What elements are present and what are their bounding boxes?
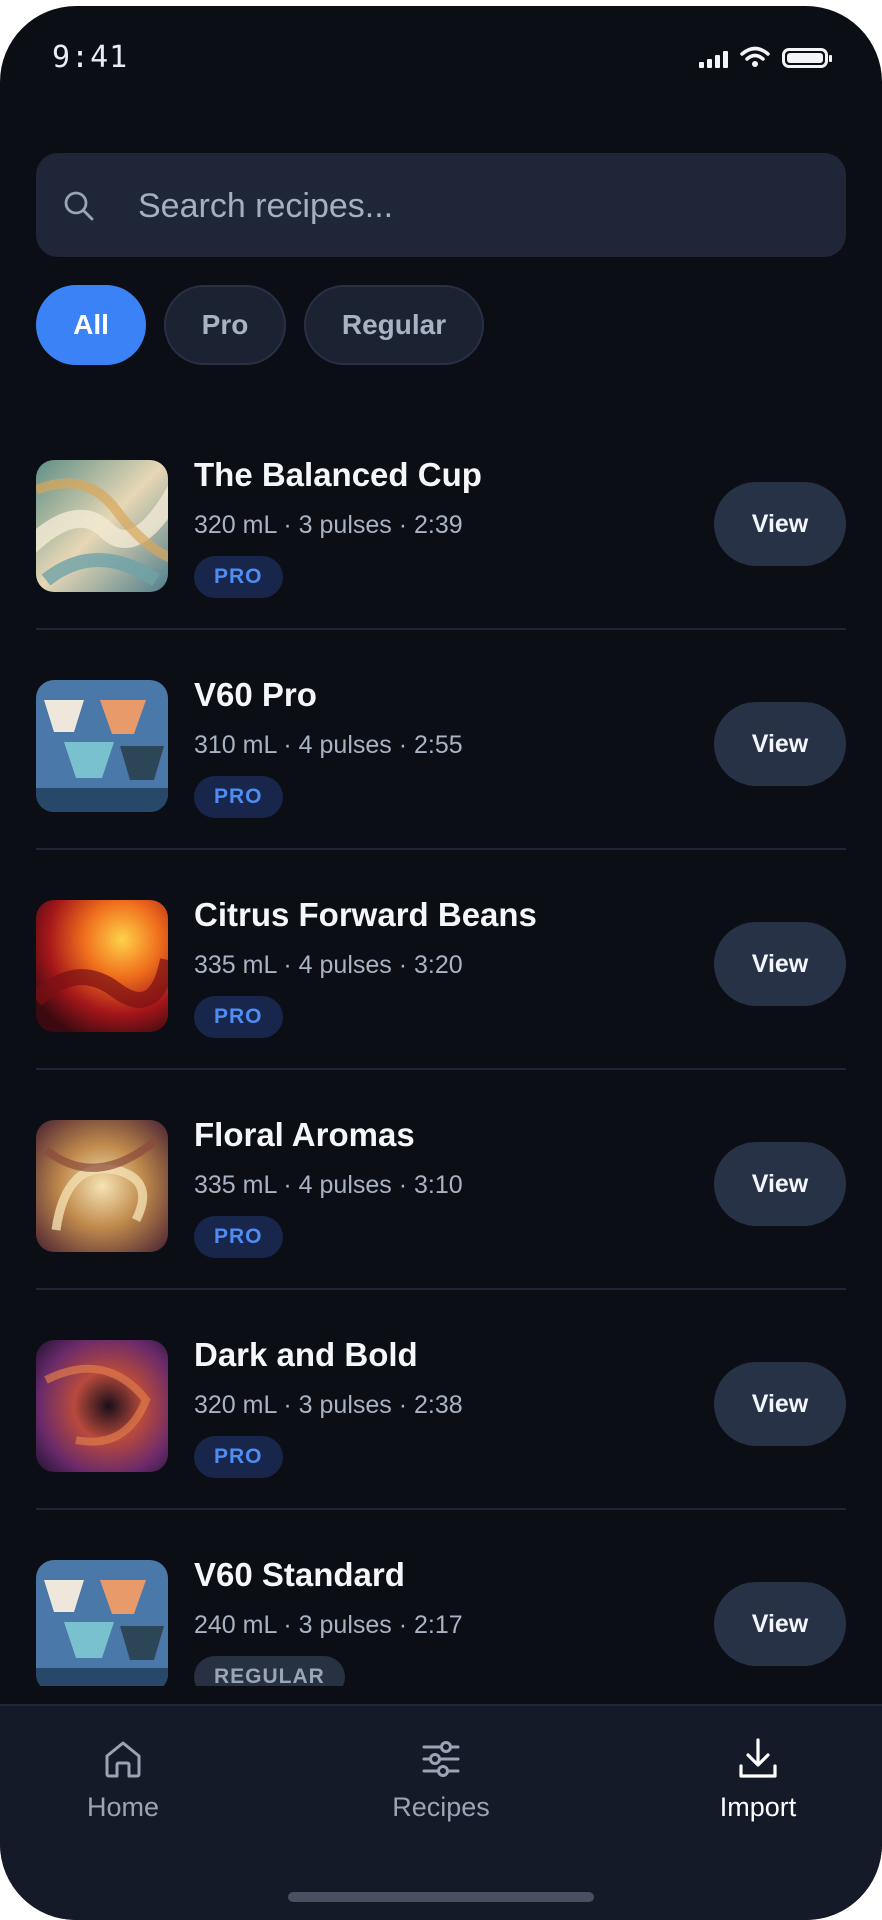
phone-screen: 9:41 All Pro Regular bbox=[0, 6, 882, 1920]
home-indicator bbox=[288, 1892, 594, 1902]
recipe-meta: 320 mL · 3 pulses · 2:39 bbox=[194, 511, 463, 539]
view-button[interactable]: View bbox=[714, 482, 846, 566]
tab-label: Import bbox=[719, 1792, 797, 1822]
recipe-thumbnail bbox=[36, 1120, 168, 1252]
recipe-badge: REGULAR bbox=[194, 1656, 345, 1686]
recipe-meta: 335 mL · 4 pulses · 3:10 bbox=[194, 1171, 463, 1199]
recipe-title: Citrus Forward Beans bbox=[194, 896, 537, 933]
recipe-meta: 240 mL · 3 pulses · 2:17 bbox=[194, 1611, 463, 1639]
recipe-row[interactable]: Floral Aromas 335 mL · 4 pulses · 3:10 P… bbox=[36, 1070, 846, 1290]
tab-home[interactable]: Home bbox=[23, 1736, 223, 1823]
recipe-badge: PRO bbox=[194, 556, 283, 598]
recipe-badge: PRO bbox=[194, 1436, 283, 1478]
view-button[interactable]: View bbox=[714, 1362, 846, 1446]
status-bar: 9:41 bbox=[0, 6, 882, 106]
recipe-title: The Balanced Cup bbox=[194, 456, 482, 493]
recipe-row[interactable]: Citrus Forward Beans 335 mL · 4 pulses ·… bbox=[36, 850, 846, 1070]
download-icon bbox=[739, 1738, 777, 1778]
recipe-title: Dark and Bold bbox=[194, 1336, 418, 1373]
filter-chip-all[interactable]: All bbox=[36, 285, 146, 365]
recipe-title: Floral Aromas bbox=[194, 1116, 415, 1153]
view-button[interactable]: View bbox=[714, 702, 846, 786]
recipe-thumbnail bbox=[36, 1340, 168, 1472]
recipe-thumbnail bbox=[36, 680, 168, 812]
sliders-icon bbox=[422, 1741, 460, 1777]
recipe-meta: 320 mL · 3 pulses · 2:38 bbox=[194, 1391, 463, 1419]
view-button[interactable]: View bbox=[714, 922, 846, 1006]
wifi-icon bbox=[740, 46, 770, 67]
view-button[interactable]: View bbox=[714, 1582, 846, 1666]
recipe-meta: 310 mL · 4 pulses · 2:55 bbox=[194, 731, 463, 759]
filter-chip-regular[interactable]: Regular bbox=[304, 285, 484, 365]
status-time: 9:41 bbox=[52, 40, 129, 75]
tab-recipes[interactable]: Recipes bbox=[341, 1736, 541, 1823]
recipe-thumbnail bbox=[36, 1560, 168, 1686]
cellular-signal-icon bbox=[699, 48, 728, 68]
recipe-badge: PRO bbox=[194, 776, 283, 818]
status-icons bbox=[699, 46, 832, 68]
search-icon bbox=[64, 191, 94, 221]
recipe-row[interactable]: Dark and Bold 320 mL · 3 pulses · 2:38 P… bbox=[36, 1290, 846, 1510]
recipe-row[interactable]: The Balanced Cup 320 mL · 3 pulses · 2:3… bbox=[36, 410, 846, 630]
filter-chips: All Pro Regular bbox=[36, 285, 484, 365]
recipe-row[interactable]: V60 Standard 240 mL · 3 pulses · 2:17 RE… bbox=[36, 1510, 846, 1686]
search-input[interactable] bbox=[136, 177, 820, 235]
recipe-thumbnail bbox=[36, 460, 168, 592]
recipe-badge: PRO bbox=[194, 1216, 283, 1258]
bottom-tab-bar: Home Recipes Import bbox=[0, 1704, 882, 1920]
recipe-row[interactable]: V60 Pro 310 mL · 4 pulses · 2:55 PRO Vie… bbox=[36, 630, 846, 850]
recipe-title: V60 Standard bbox=[194, 1556, 405, 1593]
battery-icon bbox=[782, 48, 832, 68]
recipe-meta: 335 mL · 4 pulses · 3:20 bbox=[194, 951, 463, 979]
search-bar[interactable] bbox=[36, 153, 846, 257]
tab-label: Recipes bbox=[392, 1792, 490, 1822]
view-button[interactable]: View bbox=[714, 1142, 846, 1226]
home-icon bbox=[105, 1741, 141, 1778]
tab-import[interactable]: Import bbox=[658, 1736, 858, 1823]
recipe-title: V60 Pro bbox=[194, 676, 317, 713]
filter-chip-pro[interactable]: Pro bbox=[164, 285, 286, 365]
recipe-badge: PRO bbox=[194, 996, 283, 1038]
recipe-list[interactable]: The Balanced Cup 320 mL · 3 pulses · 2:3… bbox=[0, 410, 882, 1686]
tab-label: Home bbox=[86, 1792, 160, 1822]
recipe-thumbnail bbox=[36, 900, 168, 1032]
